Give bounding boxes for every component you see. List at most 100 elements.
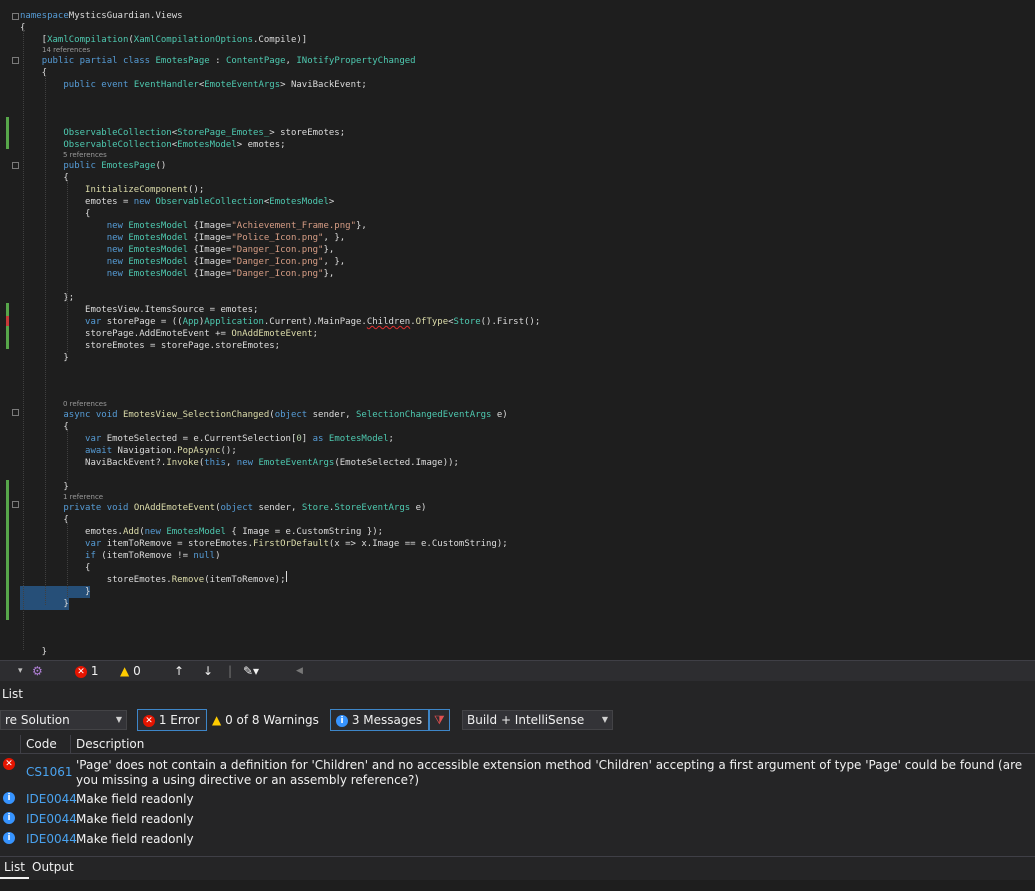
- code-text: if (itemToRemove != null): [20, 550, 221, 562]
- code-editor[interactable]: namespaceMysticsGuardian.Views { [XamlCom…: [0, 0, 1035, 660]
- code-token: OnAddEmoteEvent: [231, 329, 313, 339]
- code-token: .Compile)]: [253, 35, 308, 45]
- code-token: "Danger_Icon.png": [231, 257, 324, 267]
- error-list-row[interactable]: i IDE0044 Make field readonly: [0, 790, 1035, 810]
- error-list-panel: List re Solution ▼ ✕ 1 Error ▲ 0 of 8 Wa…: [0, 681, 1035, 891]
- code-token: SelectionChangedEventArgs: [356, 410, 492, 420]
- error-list-row[interactable]: i IDE0044 Make field readonly: [0, 830, 1035, 850]
- filter-funnel-icon: ⧩: [434, 713, 445, 727]
- code-token: [: [20, 35, 48, 45]
- code-token: Invoke: [166, 458, 199, 468]
- tab-error-list[interactable]: List: [0, 857, 29, 879]
- tab-output[interactable]: Output: [28, 857, 78, 877]
- code-token: ,: [225, 458, 237, 468]
- code-token: as: [312, 434, 324, 444]
- text-caret: [286, 571, 287, 582]
- code-token: EmotesModel: [128, 221, 188, 231]
- column-code-header[interactable]: Code: [26, 735, 57, 753]
- panel-tabs: List Output: [0, 856, 1035, 879]
- code-token: (x => x.Image == e.CustomString);: [328, 539, 508, 549]
- code-token: EmotesModel: [128, 245, 188, 255]
- fold-toggle[interactable]: [12, 409, 19, 416]
- code-token: },: [355, 221, 367, 231]
- code-token: :: [209, 56, 226, 66]
- code-text: public partial class EmotesPage : Conten…: [20, 55, 416, 67]
- errors-label: 1 Error: [158, 713, 200, 727]
- code-token: MysticsGuardian.Views: [68, 11, 183, 21]
- cleanup-brush-icon[interactable]: ✎▾: [243, 664, 259, 678]
- error-code[interactable]: IDE0044: [26, 832, 77, 847]
- code-text: ObservableCollection<EmotesModel> emotes…: [20, 139, 285, 151]
- info-icon: i: [336, 714, 348, 727]
- fold-toggle[interactable]: [12, 501, 19, 508]
- errors-filter-button[interactable]: ✕ 1 Error: [137, 709, 207, 731]
- previous-issue-icon[interactable]: ↑: [174, 664, 184, 678]
- code-token: {Image=: [188, 221, 232, 231]
- error-list-row[interactable]: i IDE0044 Make field readonly: [0, 810, 1035, 830]
- info-icon: i: [3, 812, 15, 824]
- warning-icon: ▲: [212, 713, 222, 727]
- code-text: namespaceMysticsGuardian.Views: [20, 10, 183, 22]
- code-token: storeEmotes.: [20, 575, 172, 585]
- code-token: new: [236, 458, 254, 468]
- error-code[interactable]: IDE0044: [26, 812, 77, 827]
- fold-toggle[interactable]: [12, 13, 19, 20]
- change-marker: [6, 117, 9, 149]
- error-code[interactable]: CS1061: [26, 765, 73, 780]
- code-token: new: [144, 527, 161, 537]
- indent-guide: [23, 30, 24, 650]
- code-token: EmoteSelected = e.CurrentSelection[: [101, 434, 297, 444]
- code-token: OfType: [415, 317, 449, 327]
- code-token: async void: [63, 410, 118, 420]
- code-token: Children: [366, 317, 411, 327]
- code-token: EmotesModel: [269, 197, 329, 207]
- code-token: ): [215, 551, 221, 561]
- next-issue-icon[interactable]: ↓: [203, 664, 213, 678]
- intellicode-icon[interactable]: ⚙: [32, 664, 43, 678]
- error-list-toolbar: re Solution ▼ ✕ 1 Error ▲ 0 of 8 Warning…: [0, 709, 1035, 731]
- error-icon: ✕: [143, 714, 155, 727]
- code-token: > NaviBackEvent;: [280, 80, 367, 90]
- code-token: {Image=: [188, 245, 232, 255]
- column-description-header[interactable]: Description: [76, 735, 144, 753]
- code-token: EventHandler: [133, 80, 199, 90]
- messages-filter-button[interactable]: i 3 Messages: [330, 709, 430, 731]
- code-token: "Police_Icon.png": [231, 233, 324, 243]
- zoom-dropdown-icon[interactable]: ▾: [18, 664, 23, 678]
- code-token: EmotesView.ItemsSource = emotes;: [20, 305, 259, 315]
- error-list-row[interactable]: ✕ CS1061 'Page' does not contain a definit…: [0, 756, 1035, 790]
- code-token: object: [274, 410, 308, 420]
- error-indicator[interactable]: ✕ 1: [75, 664, 98, 678]
- filter-funnel-button[interactable]: ⧩: [429, 709, 450, 731]
- code-token: XamlCompilation: [47, 35, 129, 45]
- warning-indicator[interactable]: ▲ 0: [120, 664, 141, 678]
- code-text: public event EventHandler<EmoteEventArgs…: [20, 79, 367, 91]
- fold-toggle[interactable]: [12, 162, 19, 169]
- code-text: storePage.AddEmoteEvent += OnAddEmoteEve…: [20, 328, 318, 340]
- build-filter-dropdown[interactable]: Build + IntelliSense ▼: [462, 710, 613, 730]
- code-text: storeEmotes = storePage.storeEmotes;: [20, 340, 280, 352]
- fold-toggle[interactable]: [12, 57, 19, 64]
- code-token: ObservableCollection: [63, 128, 172, 138]
- code-token: emotes.: [20, 527, 123, 537]
- code-token: EmotesModel: [128, 269, 188, 279]
- code-token: ,: [285, 56, 297, 66]
- code-text: 1 reference: [63, 493, 104, 501]
- code-text: NaviBackEvent?.Invoke(this, new EmoteEve…: [20, 457, 459, 469]
- chevron-down-icon: ▼: [601, 715, 608, 724]
- scope-dropdown[interactable]: re Solution ▼: [0, 710, 127, 730]
- warnings-filter-button[interactable]: ▲ 0 of 8 Warnings: [212, 709, 319, 731]
- code-token: public: [63, 161, 96, 171]
- error-code[interactable]: IDE0044: [26, 792, 77, 807]
- panel-title: List: [2, 687, 23, 701]
- code-text: EmotesView.ItemsSource = emotes;: [20, 304, 258, 316]
- scroll-left-icon[interactable]: ◀: [296, 664, 303, 678]
- code-token: {: [20, 209, 91, 219]
- code-text: var itemToRemove = storeEmotes.FirstOrDe…: [20, 538, 508, 550]
- warnings-label: 0 of 8 Warnings: [225, 713, 319, 727]
- code-token: { Image = e.CustomString });: [225, 527, 384, 537]
